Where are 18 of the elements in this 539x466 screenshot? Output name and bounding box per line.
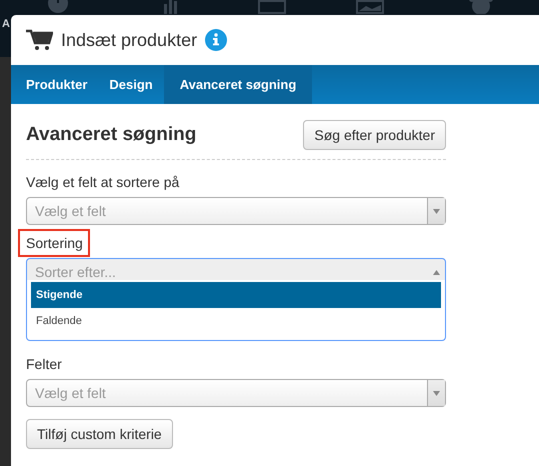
- search-products-button[interactable]: Søg efter produkter: [303, 120, 446, 150]
- sidebar-label: A: [2, 18, 10, 30]
- field-label: Felter: [26, 356, 62, 372]
- tab[interactable]: Design: [98, 65, 164, 104]
- add-criteria-button[interactable]: Tilføj custom kriterie: [26, 419, 173, 449]
- caret-down-icon: [433, 208, 440, 214]
- dialog-title: Indsæt produkter: [61, 30, 198, 50]
- caret-up-icon: [433, 270, 440, 274]
- tab[interactable]: Avanceret søgning: [164, 65, 312, 104]
- info-icon[interactable]: [205, 29, 228, 51]
- dropdown-option[interactable]: Stigende: [31, 282, 441, 308]
- cart-icon: [26, 29, 53, 51]
- field-label: Vælg et felt at sortere på: [26, 174, 180, 190]
- section-title: Avanceret søgning: [26, 124, 196, 146]
- caret-down-icon: [433, 390, 440, 396]
- dropdown-option[interactable]: Faldende: [31, 308, 441, 334]
- tab[interactable]: Produkter: [15, 65, 98, 104]
- field-label: Sortering: [20, 231, 88, 255]
